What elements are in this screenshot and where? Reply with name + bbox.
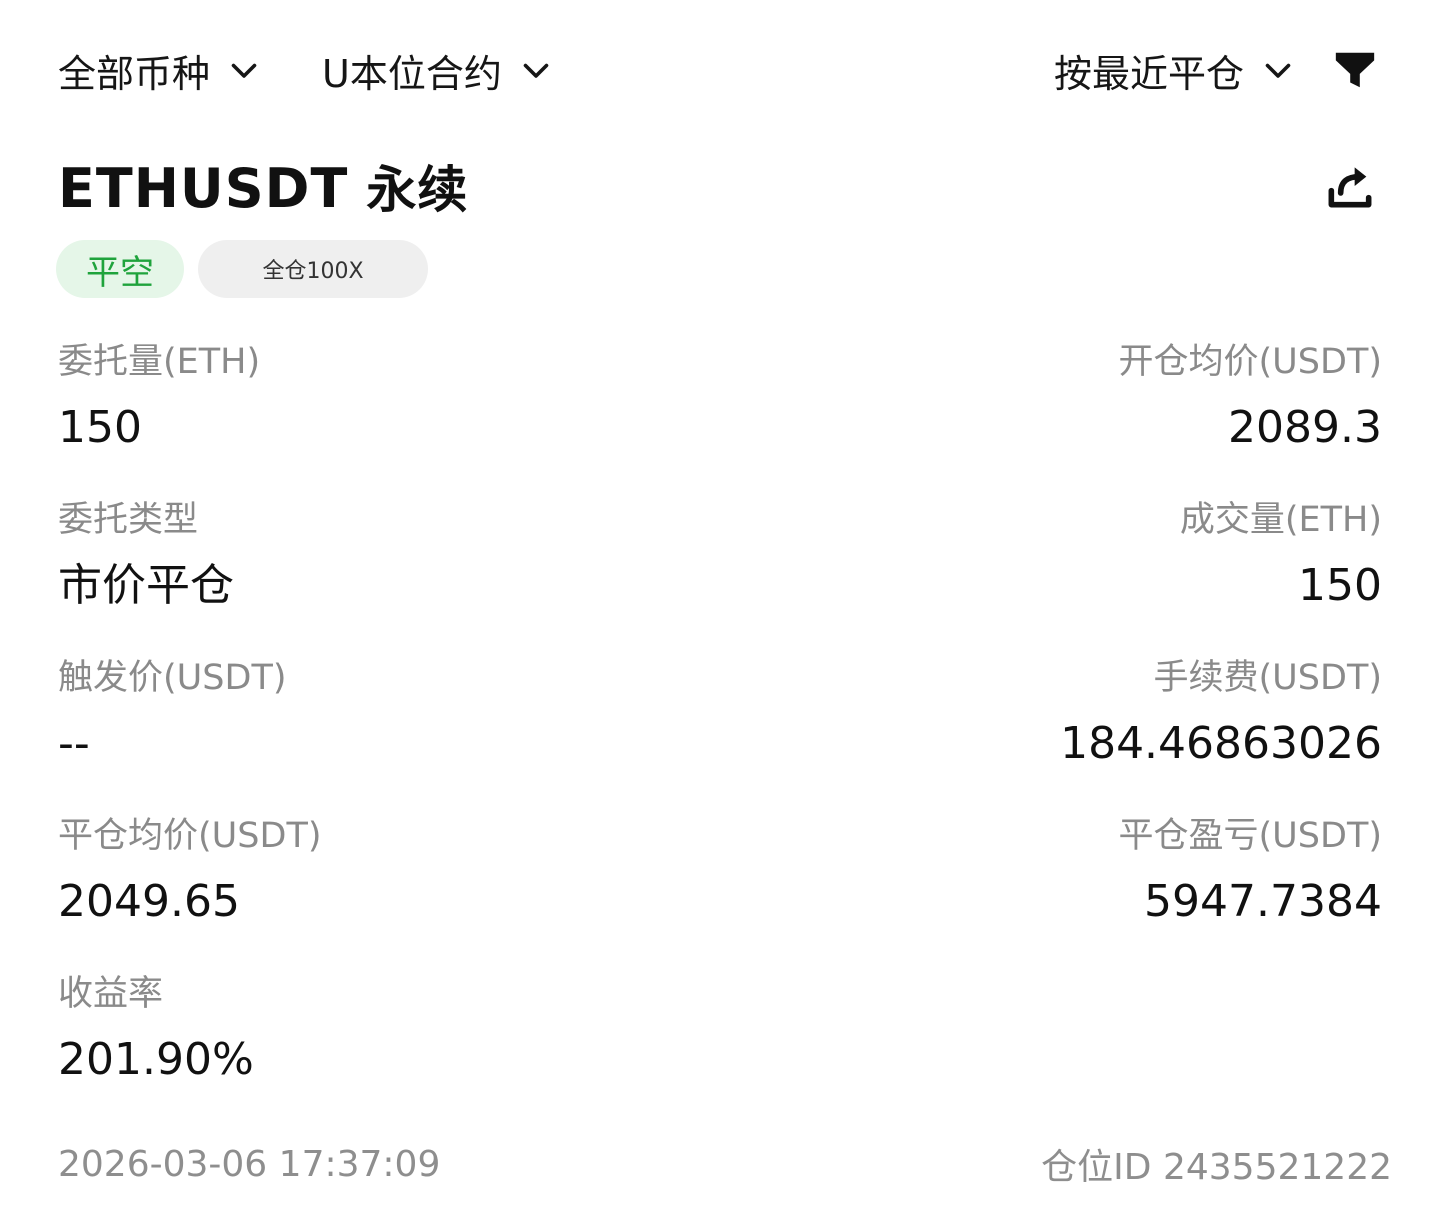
leverage-badge: 全仓100X [198, 240, 428, 298]
order-footer: 2026-03-06 17:37:09 仓位ID 2435521222 [58, 1138, 1392, 1190]
close-avg-cell: 平仓均价(USDT) 2049.65 [58, 812, 321, 932]
order-type-cell: 委托类型 市价平仓 [58, 496, 234, 616]
open-avg-value: 2089.3 [1228, 402, 1382, 453]
close-avg-label: 平仓均价(USDT) [58, 816, 322, 856]
order-detail-grid: 委托量(ETH) 150 开仓均价(USDT) 2089.3 委托类型 市价平仓… [58, 338, 1382, 1128]
perpetual-label: 永续 [366, 161, 469, 219]
order-qty-cell: 委托量(ETH) 150 [58, 338, 260, 458]
roi-label: 收益率 [58, 974, 164, 1014]
open-avg-label: 开仓均价(USDT) [1118, 342, 1382, 382]
pnl-label: 平仓盈亏(USDT) [1118, 816, 1382, 856]
pnl-value: 5947.7384 [1144, 876, 1382, 927]
open-avg-cell: 开仓均价(USDT) 2089.3 [1119, 338, 1382, 458]
detail-row: 平仓均价(USDT) 2049.65 平仓盈亏(USDT) 5947.7384 [58, 812, 1382, 970]
order-type-value: 市价平仓 [58, 560, 234, 611]
share-icon[interactable] [1322, 158, 1378, 214]
trigger-price-label: 触发价(USDT) [58, 658, 287, 698]
chevron-down-icon [523, 63, 549, 78]
filter-right-group: 按最近平仓 [1054, 43, 1378, 98]
order-type-label: 委托类型 [58, 500, 199, 540]
order-qty-label: 委托量(ETH) [58, 342, 261, 382]
detail-row: 委托类型 市价平仓 成交量(ETH) 150 [58, 496, 1382, 654]
coin-filter-label: 全部币种 [58, 51, 211, 96]
position-id[interactable]: 仓位ID 2435521222 [1041, 1138, 1392, 1190]
roi-value: 201.90% [58, 1034, 254, 1085]
filter-funnel-icon[interactable] [1332, 47, 1378, 93]
close-avg-value: 2049.65 [58, 876, 240, 927]
contract-filter-label: U本位合约 [322, 51, 502, 96]
fee-value: 184.46863026 [1060, 718, 1382, 769]
filter-bar: 全部币种 U本位合约 按最近平仓 [58, 42, 1378, 98]
detail-row: 收益率 201.90% [58, 970, 1382, 1128]
direction-badge: 平空 [56, 240, 184, 298]
chevron-down-icon [231, 63, 257, 78]
fee-label: 手续费(USDT) [1153, 658, 1382, 698]
close-timestamp: 2026-03-06 17:37:09 [58, 1143, 441, 1185]
trigger-price-value: -- [58, 718, 90, 769]
sort-label: 按最近平仓 [1053, 51, 1244, 96]
contract-filter-dropdown[interactable]: U本位合约 [322, 43, 554, 98]
filled-qty-cell: 成交量(ETH) 150 [1180, 496, 1382, 616]
chevron-down-icon [1265, 63, 1291, 78]
detail-row: 委托量(ETH) 150 开仓均价(USDT) 2089.3 [58, 338, 1382, 496]
roi-cell: 收益率 201.90% [58, 970, 254, 1090]
symbol-name: ETHUSDT [58, 157, 349, 220]
detail-row: 触发价(USDT) -- 手续费(USDT) 184.46863026 [58, 654, 1382, 812]
filled-qty-label: 成交量(ETH) [1179, 500, 1382, 540]
pnl-cell: 平仓盈亏(USDT) 5947.7384 [1119, 812, 1382, 932]
sort-dropdown[interactable]: 按最近平仓 [1054, 43, 1296, 98]
symbol-title: ETHUSDT 永续 [58, 150, 468, 222]
filled-qty-value: 150 [1298, 560, 1382, 611]
coin-filter-dropdown[interactable]: 全部币种 [58, 43, 262, 98]
trigger-price-cell: 触发价(USDT) -- [58, 654, 286, 774]
order-qty-value: 150 [58, 402, 142, 453]
tag-row: 平空 全仓100X [56, 240, 428, 298]
fee-cell: 手续费(USDT) 184.46863026 [1060, 654, 1382, 774]
